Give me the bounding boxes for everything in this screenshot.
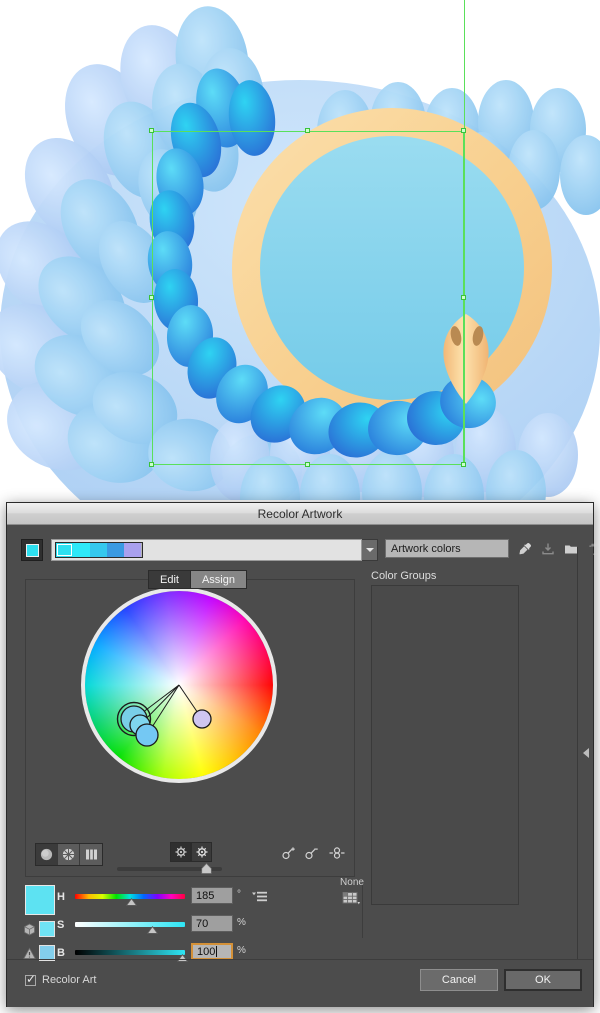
chevron-left-icon xyxy=(582,748,589,758)
brightness-unit: % xyxy=(237,945,246,956)
color-limit-group: None xyxy=(332,877,372,909)
saturation-unit: % xyxy=(237,917,246,928)
out-of-gamut-swatch xyxy=(39,921,55,937)
text-cursor xyxy=(216,946,218,957)
out-of-gamut-row[interactable] xyxy=(23,921,57,937)
active-color-chip xyxy=(25,543,39,557)
color-bars-icon[interactable] xyxy=(80,844,102,865)
dialog-title: Recolor Artwork xyxy=(257,506,343,521)
brightness-value: 100 xyxy=(197,945,216,958)
selection-handle-top-center[interactable] xyxy=(305,128,310,133)
hue-slider-knob[interactable] xyxy=(125,898,137,906)
strip-swatch-3[interactable] xyxy=(107,543,124,557)
strip-swatch-4[interactable] xyxy=(124,543,141,557)
ok-button[interactable]: OK xyxy=(504,969,582,991)
eyedropper-icon[interactable] xyxy=(515,539,535,559)
link-harmony-colors-icon[interactable] xyxy=(170,842,191,862)
brightness-input[interactable]: 100 xyxy=(191,943,233,960)
color-group-strip[interactable] xyxy=(55,542,143,558)
saturation-value: 70 xyxy=(196,917,209,930)
unlink-harmony-colors-icon[interactable] xyxy=(191,842,212,862)
link-colors-tool-icon[interactable] xyxy=(327,843,347,863)
saturation-slider-track[interactable] xyxy=(75,922,185,927)
color-wheel-markers[interactable] xyxy=(85,591,273,779)
illustration-canvas[interactable] xyxy=(0,0,600,500)
web-safe-warning-icon xyxy=(23,946,36,959)
tab-edit[interactable]: Edit xyxy=(148,570,191,589)
selection-handle-bottom-left[interactable] xyxy=(149,462,154,467)
tab-assign[interactable]: Assign xyxy=(190,570,247,589)
harmony-link-group xyxy=(170,842,212,862)
hue-input[interactable]: 185 xyxy=(191,887,233,904)
dialog-titlebar[interactable]: Recolor Artwork xyxy=(7,503,593,525)
color-mode-flyout-icon[interactable] xyxy=(250,887,270,907)
color-group-name-field[interactable]: Artwork colors xyxy=(385,539,509,558)
cancel-button[interactable]: Cancel xyxy=(420,969,498,991)
selection-handle-bottom-center[interactable] xyxy=(305,462,310,467)
selection-center-line xyxy=(464,0,465,465)
strip-swatch-0[interactable] xyxy=(56,543,73,557)
hue-value: 185 xyxy=(196,889,215,902)
checkbox-box xyxy=(25,972,36,986)
wheel-display-mode-group xyxy=(35,843,103,866)
color-group-toolbar: Artwork colors xyxy=(21,539,599,561)
selection-handle-top-left[interactable] xyxy=(149,128,154,133)
out-of-gamut-cube-icon xyxy=(24,923,35,935)
strip-swatch-1[interactable] xyxy=(73,543,90,557)
hue-label: H xyxy=(57,891,65,903)
recolor-art-checkbox[interactable]: Recolor Art xyxy=(25,972,97,986)
saturation-slider-knob[interactable] xyxy=(146,926,158,934)
color-group-dropdown-button[interactable] xyxy=(362,539,378,561)
color-groups-list[interactable] xyxy=(371,585,519,905)
dialog-footer: Recolor Art Cancel OK xyxy=(7,959,593,1007)
active-color-swatch-button[interactable] xyxy=(21,539,43,561)
recolor-art-label: Recolor Art xyxy=(42,974,97,986)
selection-handle-middle-left[interactable] xyxy=(149,295,154,300)
current-color-swatch[interactable] xyxy=(25,885,55,915)
color-group-name-value: Artwork colors xyxy=(391,542,461,555)
recolor-artwork-dialog: Recolor Artwork Artwork colors Edit Assi… xyxy=(6,502,599,1007)
selection-handle-bottom-right[interactable] xyxy=(461,462,466,467)
hue-unit: ° xyxy=(237,889,241,900)
saturation-label: S xyxy=(57,919,65,931)
edit-assign-tabs: Edit Assign xyxy=(148,570,247,589)
selection-handle-top-right[interactable] xyxy=(461,128,466,133)
brightness-slider-track[interactable] xyxy=(75,950,185,955)
color-group-strip-field[interactable] xyxy=(51,539,362,561)
save-color-group-icon[interactable] xyxy=(538,539,558,559)
marker-4[interactable] xyxy=(192,709,212,729)
strip-swatch-2[interactable] xyxy=(90,543,107,557)
chevron-down-icon xyxy=(365,548,374,552)
smooth-color-wheel-icon[interactable] xyxy=(36,844,58,865)
side-panel-collapse[interactable] xyxy=(577,547,593,959)
limit-color-library-icon[interactable] xyxy=(342,891,362,906)
color-groups-label: Color Groups xyxy=(371,570,437,582)
selection-handle-middle-right[interactable] xyxy=(461,295,466,300)
selection-bounding-box[interactable] xyxy=(152,131,464,465)
segmented-color-wheel-icon[interactable] xyxy=(58,844,80,865)
add-color-tool-icon[interactable] xyxy=(279,843,299,863)
remove-color-tool-icon[interactable] xyxy=(302,843,322,863)
brightness-label: B xyxy=(57,947,65,959)
color-limit-value: None xyxy=(340,877,364,888)
saturation-input[interactable]: 70 xyxy=(191,915,233,932)
marker-3[interactable] xyxy=(135,723,159,747)
wheel-brightness-knob[interactable] xyxy=(201,863,212,874)
